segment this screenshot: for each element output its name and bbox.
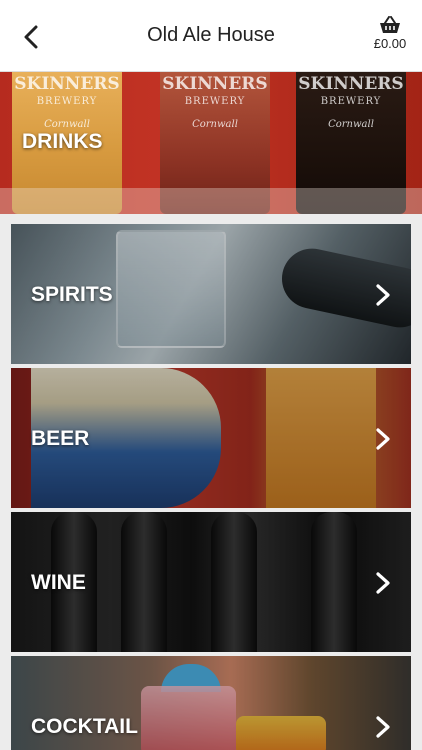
basket-button[interactable]: £0.00 [372, 16, 408, 51]
chevron-right-icon [376, 716, 390, 738]
page-title: Old Ale House [147, 24, 275, 46]
hero-title: DRINKS [22, 130, 103, 153]
chevron-left-icon [24, 25, 38, 49]
category-cocktail[interactable]: COCKTAIL [11, 656, 411, 750]
glass-sub: BREWERY [320, 96, 382, 107]
category-label: BEER [31, 427, 90, 450]
chevron-right-icon [376, 428, 390, 450]
glass-sub: BREWERY [36, 96, 98, 107]
glass-brand: SKINNERS [162, 74, 268, 94]
category-label: COCKTAIL [31, 715, 138, 738]
glass-sub: BREWERY [184, 96, 246, 107]
category-label: WINE [31, 571, 86, 594]
app-header: Old Ale House £0.00 [0, 0, 422, 72]
glass-brand: SKINNERS [14, 74, 120, 94]
glass-brand: SKINNERS [298, 74, 404, 94]
category-wine[interactable]: WINE [11, 512, 411, 652]
hero-shelf [0, 188, 422, 214]
category-label: SPIRITS [31, 283, 113, 306]
category-spirits[interactable]: SPIRITS [11, 224, 411, 364]
chevron-right-icon [376, 284, 390, 306]
category-beer[interactable]: BEER [11, 368, 411, 508]
back-button[interactable] [16, 22, 46, 52]
chevron-right-icon [376, 572, 390, 594]
basket-total: £0.00 [373, 36, 407, 51]
glass-location: Cornwall [192, 119, 238, 130]
glass-location: Cornwall [328, 119, 374, 130]
basket-icon [380, 16, 400, 33]
